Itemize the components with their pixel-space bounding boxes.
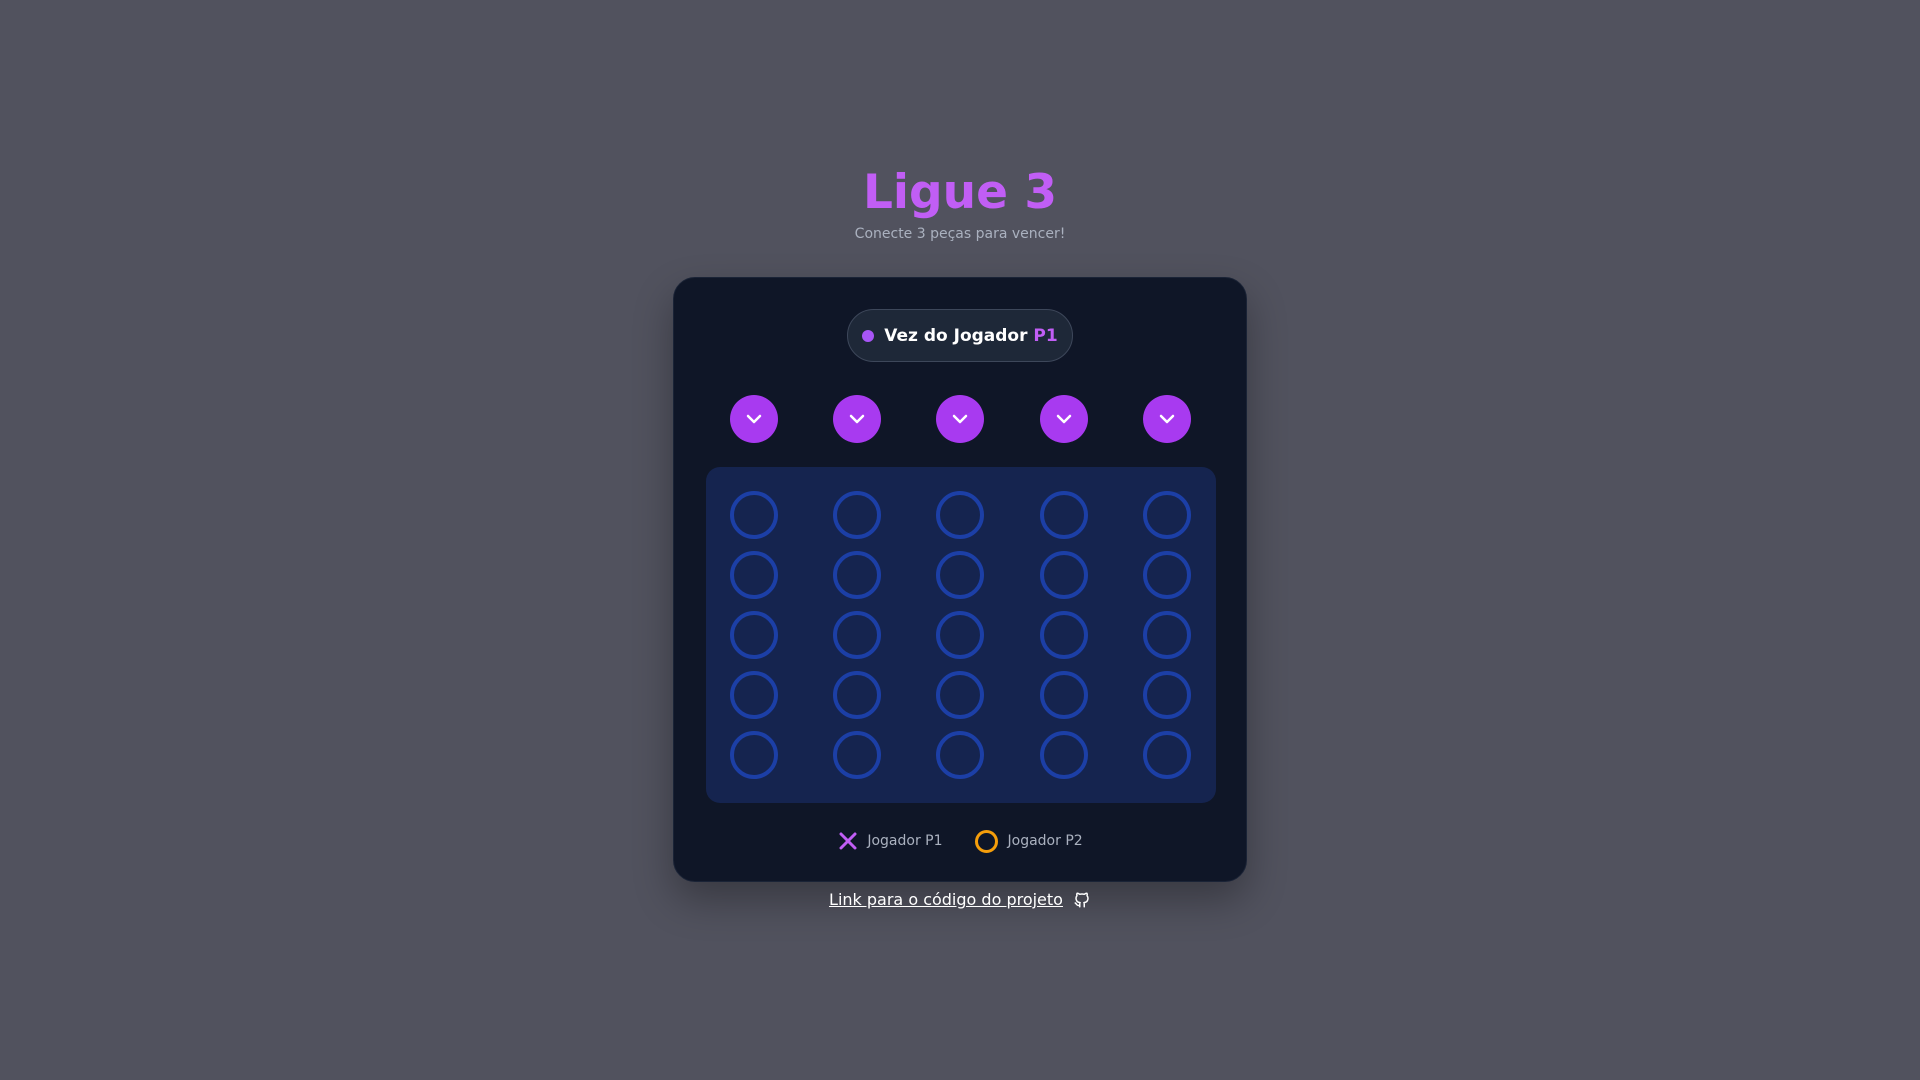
chevron-down-icon bbox=[1056, 414, 1072, 424]
legend-item-p1: Jogador P1 bbox=[839, 832, 943, 850]
board-cell[interactable] bbox=[730, 551, 778, 599]
game-board bbox=[706, 467, 1216, 803]
circle-icon bbox=[974, 829, 998, 853]
x-icon bbox=[839, 832, 857, 850]
drop-button-col-2[interactable] bbox=[833, 395, 881, 443]
board-cell[interactable] bbox=[1143, 731, 1191, 779]
board-cell[interactable] bbox=[1143, 491, 1191, 539]
turn-text: Vez do Jogador P1 bbox=[884, 326, 1057, 346]
drop-button-col-1[interactable] bbox=[730, 395, 778, 443]
page-subtitle: Conecte 3 peças para vencer! bbox=[854, 226, 1066, 242]
footer: Link para o código do projeto bbox=[0, 890, 1920, 909]
legend-label-p1: Jogador P1 bbox=[867, 833, 943, 849]
board-cell[interactable] bbox=[1040, 671, 1088, 719]
board-cell[interactable] bbox=[1143, 611, 1191, 659]
chevron-down-icon bbox=[1159, 414, 1175, 424]
chevron-down-icon bbox=[849, 414, 865, 424]
github-icon[interactable] bbox=[1073, 891, 1091, 909]
board-cell[interactable] bbox=[936, 671, 984, 719]
turn-player: P1 bbox=[1033, 325, 1058, 346]
drop-button-col-3[interactable] bbox=[936, 395, 984, 443]
project-code-link[interactable]: Link para o código do projeto bbox=[829, 890, 1063, 909]
board-cell[interactable] bbox=[1143, 551, 1191, 599]
legend-label-p2: Jogador P2 bbox=[1007, 833, 1083, 849]
board-cell[interactable] bbox=[1040, 731, 1088, 779]
board-cell[interactable] bbox=[936, 611, 984, 659]
board-cell[interactable] bbox=[936, 551, 984, 599]
board-cell[interactable] bbox=[833, 491, 881, 539]
page: Ligue 3 Conecte 3 peças para vencer! Vez… bbox=[0, 0, 1920, 1080]
chevron-down-icon bbox=[746, 414, 762, 424]
board-cell[interactable] bbox=[730, 491, 778, 539]
board-cell[interactable] bbox=[1143, 671, 1191, 719]
board-cell[interactable] bbox=[936, 491, 984, 539]
turn-indicator: Vez do Jogador P1 bbox=[847, 309, 1073, 362]
board-cell[interactable] bbox=[1040, 491, 1088, 539]
legend: Jogador P1 Jogador P2 bbox=[674, 829, 1248, 853]
board-cell[interactable] bbox=[833, 611, 881, 659]
page-title: Ligue 3 bbox=[862, 165, 1058, 220]
board-cell[interactable] bbox=[833, 731, 881, 779]
chevron-down-icon bbox=[952, 414, 968, 424]
board-cell[interactable] bbox=[730, 671, 778, 719]
board-cell[interactable] bbox=[833, 551, 881, 599]
drop-button-col-4[interactable] bbox=[1040, 395, 1088, 443]
board-cell[interactable] bbox=[1040, 551, 1088, 599]
board-cell[interactable] bbox=[1040, 611, 1088, 659]
board-cell[interactable] bbox=[730, 611, 778, 659]
drop-button-col-5[interactable] bbox=[1143, 395, 1191, 443]
game-card: Vez do Jogador P1 Jogador P1 Jogador P2 bbox=[673, 277, 1247, 882]
board-cell[interactable] bbox=[833, 671, 881, 719]
turn-prefix: Vez do Jogador bbox=[884, 325, 1028, 346]
board-cell[interactable] bbox=[730, 731, 778, 779]
legend-item-p2: Jogador P2 bbox=[974, 829, 1083, 853]
turn-dot-icon bbox=[862, 329, 875, 342]
board-cell[interactable] bbox=[936, 731, 984, 779]
